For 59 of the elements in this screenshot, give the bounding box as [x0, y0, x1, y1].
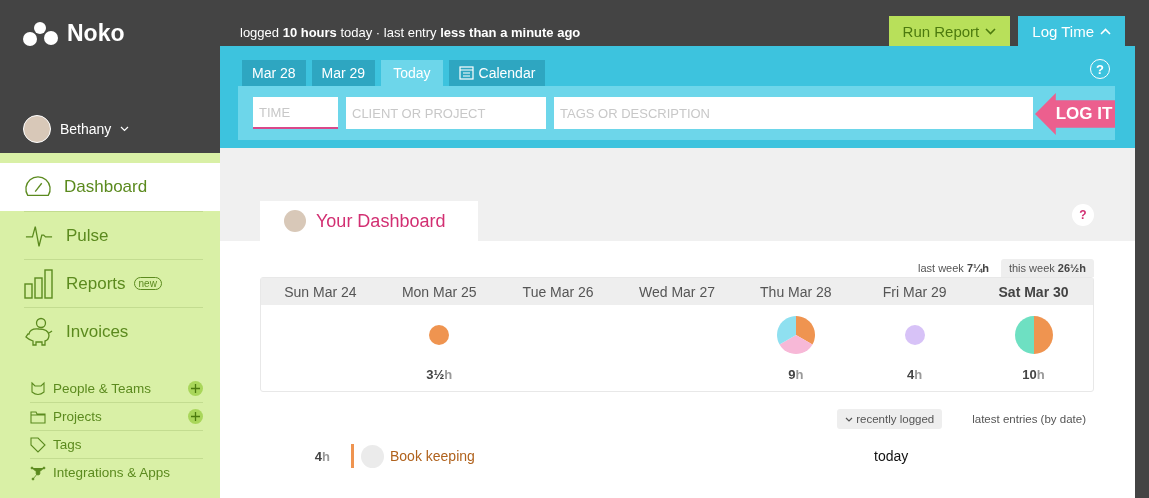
bar-chart-icon [24, 268, 54, 299]
dashboard-tab[interactable]: Your Dashboard [260, 201, 478, 241]
day-hours: 9h [788, 367, 804, 382]
week-total[interactable]: this week 26½h [1000, 259, 1094, 277]
calendar-icon [458, 66, 474, 80]
day-heading: Sun Mar 24 [283, 283, 358, 300]
sort-option[interactable]: recently logged [837, 409, 943, 429]
sidebar-item[interactable]: Dashboard [0, 163, 220, 211]
week-total[interactable]: last week 7¼h [910, 259, 997, 277]
add-button[interactable] [188, 381, 203, 396]
day-heading: Mon Mar 25 [400, 283, 478, 300]
pie-chart [776, 316, 815, 354]
day-hours: 4h [907, 367, 923, 382]
chevron-down-icon [985, 27, 997, 35]
help-button[interactable]: ? [1072, 203, 1094, 226]
piggy-bank-icon [24, 316, 54, 347]
date-tab[interactable]: Calendar [448, 60, 546, 86]
pie-chart [1014, 316, 1053, 354]
sidebar-label: Invoices [66, 321, 129, 342]
sidebar-item[interactable]: Reports new [24, 259, 203, 307]
sidebar-item[interactable]: Invoices [24, 307, 203, 355]
sidebar-link[interactable]: People & Teams [53, 381, 181, 396]
sidebar-link[interactable]: Integrations & Apps [53, 465, 203, 480]
day-heading: Sat Mar 30 [997, 283, 1070, 300]
day-heading: Fri Mar 29 [881, 283, 948, 300]
day-hours: 3½h [426, 367, 453, 382]
user-menu[interactable]: Bethany [23, 115, 220, 143]
date-tab[interactable]: Mar 28 [242, 60, 306, 86]
folder-icon [30, 408, 46, 425]
run-report-button[interactable]: Run Report [888, 16, 1011, 46]
sidebar-label: Dashboard [64, 177, 148, 197]
sidebar-link[interactable]: Tags [53, 437, 203, 452]
day-heading: Wed Mar 27 [638, 283, 716, 300]
day-heading: Thu Mar 28 [759, 283, 833, 300]
log-time-button[interactable]: Log Time [1018, 16, 1125, 46]
log-it-button[interactable]: LOG IT [1035, 93, 1115, 135]
entry-hours: 4h [313, 448, 330, 464]
tag-icon [30, 436, 46, 453]
date-tab[interactable]: Mar 29 [311, 60, 376, 86]
entry-date: today [874, 448, 910, 464]
day-heading: Tue Mar 26 [521, 283, 595, 300]
sidebar-item[interactable]: Pulse [24, 211, 203, 259]
sidebar-label: Pulse [66, 225, 109, 246]
cat-icon [30, 380, 46, 397]
chevron-down-icon [845, 416, 854, 422]
chevron-down-icon [120, 126, 130, 132]
pie-chart [904, 325, 925, 345]
sidebar-link[interactable]: Projects [53, 409, 181, 424]
day-hours: 10h [1022, 367, 1045, 382]
sidebar-label: Reports [66, 273, 126, 294]
status-text: logged 10 hours today · last entry less than a minute ago [240, 24, 581, 40]
add-button[interactable] [188, 409, 203, 424]
pie-chart [429, 325, 450, 345]
logo-text: Noko [67, 20, 125, 47]
project-link[interactable]: Book keeping [384, 448, 475, 464]
chevron-up-icon [1100, 27, 1111, 35]
sort-option[interactable]: latest entries (by date) [964, 409, 1094, 429]
network-icon [30, 464, 46, 481]
logo-icon [23, 20, 59, 47]
